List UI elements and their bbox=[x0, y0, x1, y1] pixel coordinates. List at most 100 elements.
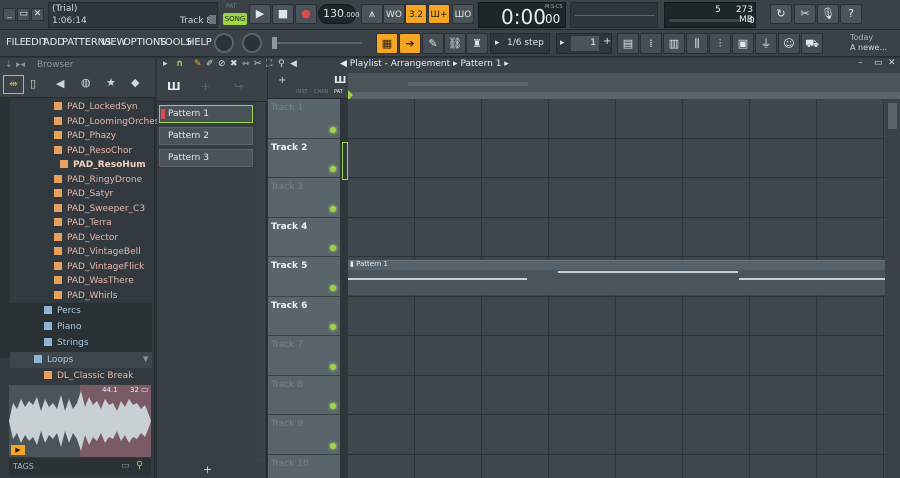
track-header-1[interactable]: Track 1 bbox=[268, 99, 340, 139]
track-lane-8[interactable] bbox=[348, 375, 885, 415]
link-button[interactable]: ⛓ bbox=[444, 33, 466, 54]
horizontal-scroll[interactable] bbox=[408, 82, 528, 86]
track-lane-7[interactable] bbox=[348, 336, 885, 376]
pat-song-switch[interactable]: PAT SONG bbox=[223, 3, 247, 27]
draw-button[interactable]: ✎ bbox=[422, 33, 444, 54]
track-header-8[interactable]: Track 8 bbox=[268, 375, 340, 415]
add-track-icon[interactable]: + bbox=[278, 75, 286, 86]
all-files-icon[interactable]: ⇹ bbox=[3, 75, 24, 94]
pattern-item-2[interactable]: Pattern 2 bbox=[159, 127, 253, 145]
track-header-6[interactable]: Track 6 bbox=[268, 296, 340, 336]
track-lane-3[interactable] bbox=[348, 178, 885, 218]
zoom-icon[interactable]: ⚲ bbox=[278, 59, 285, 69]
track-lane-2[interactable] bbox=[348, 138, 885, 178]
playlist-vscroll-thumb[interactable] bbox=[888, 103, 897, 129]
arrow-button[interactable]: ➔ bbox=[399, 33, 421, 54]
playlist-vscroll[interactable] bbox=[885, 99, 900, 478]
play-button[interactable]: ▶ bbox=[249, 4, 271, 24]
news-text[interactable]: A newe... bbox=[850, 43, 887, 52]
star-icon[interactable]: ★ bbox=[106, 76, 116, 89]
sample-menu-icon[interactable]: ▭ bbox=[141, 385, 149, 394]
pattern-clip[interactable]: ▮ Pattern 1 bbox=[348, 260, 885, 295]
track-lane-4[interactable] bbox=[348, 217, 885, 257]
arrows-icon[interactable]: ▸◂ bbox=[16, 60, 25, 70]
cut-button[interactable]: ✂ bbox=[794, 4, 816, 24]
menu-file[interactable]: FILE bbox=[6, 37, 26, 48]
patterns-tab-icon[interactable]: Ш bbox=[167, 80, 181, 93]
restore-button[interactable]: ▭ bbox=[17, 8, 30, 21]
master-slider-handle[interactable] bbox=[272, 37, 277, 49]
step-edit-button[interactable]: Ш+ bbox=[428, 4, 450, 24]
playback-icon[interactable]: ◀ bbox=[290, 59, 297, 69]
playlist-maximize-button[interactable]: ▭ bbox=[874, 58, 883, 68]
collapse-icon[interactable]: ▼ bbox=[143, 355, 148, 363]
plugin-globe-icon[interactable]: ◍ bbox=[81, 76, 91, 89]
playlist-button[interactable]: ▤ bbox=[617, 33, 639, 54]
search-icon[interactable]: ⚲ bbox=[136, 460, 143, 471]
snap-selector[interactable]: ▸ 1/6 step bbox=[490, 33, 550, 54]
channel-rack-button[interactable]: ⫼ bbox=[686, 33, 708, 54]
sample-preview[interactable]: 44.1 32 ▭ ▶ bbox=[9, 385, 151, 457]
tab-inst[interactable]: INST bbox=[296, 89, 307, 95]
picker-add-icon[interactable]: + bbox=[201, 80, 210, 93]
track-header-9[interactable]: Track 9 bbox=[268, 415, 340, 455]
tab-pat[interactable]: PAT bbox=[334, 89, 343, 95]
tempo-display[interactable]: 130.000 bbox=[318, 4, 360, 24]
pencil-icon[interactable]: ✎ bbox=[194, 59, 202, 69]
track-lane-1[interactable] bbox=[348, 99, 885, 139]
master-volume-knob[interactable] bbox=[214, 33, 234, 53]
help-button[interactable]: ? bbox=[840, 4, 862, 24]
track-header-5[interactable]: Track 5 bbox=[268, 257, 340, 297]
close-button[interactable]: ✕ bbox=[31, 8, 44, 21]
picker-arrow-icon[interactable]: ▸ bbox=[163, 59, 168, 69]
track-led[interactable] bbox=[330, 205, 336, 212]
pattern-prev-icon[interactable]: ▸ bbox=[560, 38, 565, 48]
mic-button[interactable]: 🎙 bbox=[817, 4, 839, 24]
picker-redo-icon[interactable]: ↪ bbox=[234, 80, 243, 93]
pattern-item-3[interactable]: Pattern 3 bbox=[159, 149, 253, 167]
mute-icon[interactable]: ✖ bbox=[230, 59, 238, 69]
track-header-3[interactable]: Track 3 bbox=[268, 178, 340, 218]
slip-icon[interactable]: ⇿ bbox=[242, 59, 250, 69]
track-lane-10[interactable] bbox=[348, 454, 885, 478]
stamp-button[interactable]: ♜ bbox=[466, 33, 488, 54]
track-led[interactable] bbox=[330, 245, 336, 251]
piano-roll-button[interactable]: ▥ bbox=[663, 33, 685, 54]
track-led[interactable] bbox=[330, 363, 336, 370]
tutorial-button[interactable]: ☺ bbox=[778, 33, 800, 54]
track-led[interactable] bbox=[330, 442, 336, 449]
pattern-item-1[interactable]: Pattern 1 bbox=[159, 105, 253, 123]
track-led[interactable] bbox=[330, 166, 336, 172]
track-header-2[interactable]: Track 2 bbox=[268, 138, 340, 178]
pattern-selector[interactable]: ▸ 1 + bbox=[556, 33, 612, 54]
track-led[interactable] bbox=[330, 126, 336, 133]
pattern-mode-button[interactable]: ▦ bbox=[376, 33, 398, 54]
preview-play-icon[interactable]: ▶ bbox=[11, 445, 25, 455]
folder-small-icon[interactable]: ▭ bbox=[121, 461, 130, 471]
loop-record-button[interactable]: ШO bbox=[452, 4, 474, 24]
delete-icon[interactable]: ⊘ bbox=[218, 59, 226, 69]
playlist-minimize-button[interactable]: – bbox=[858, 58, 863, 68]
speaker-icon[interactable]: ◀ bbox=[56, 77, 64, 90]
menu-help[interactable]: HELP bbox=[187, 37, 212, 48]
track-header-4[interactable]: Track 4 bbox=[268, 217, 340, 257]
select-icon[interactable]: ⛶ bbox=[266, 59, 272, 69]
plugin-button[interactable]: ⏚ bbox=[755, 33, 777, 54]
master-slider-track[interactable] bbox=[272, 37, 362, 49]
record-button[interactable]: ● bbox=[295, 4, 317, 24]
picker-scrollbar[interactable] bbox=[256, 102, 265, 462]
track-header-7[interactable]: Track 7 bbox=[268, 336, 340, 376]
pattern-add-icon[interactable]: + bbox=[603, 36, 611, 47]
track-led[interactable] bbox=[330, 324, 336, 330]
tab-chan[interactable]: CHAN bbox=[314, 89, 328, 95]
browser-button[interactable]: ▣ bbox=[732, 33, 754, 54]
wait-input-button[interactable]: WO bbox=[383, 4, 405, 24]
picker-bottom-add-icon[interactable]: + bbox=[203, 463, 212, 476]
playlist-close-button[interactable]: ✕ bbox=[888, 58, 896, 68]
stop-button[interactable]: ■ bbox=[272, 4, 294, 24]
slice-icon[interactable]: ✂ bbox=[254, 59, 262, 69]
document-icon[interactable]: ▯ bbox=[30, 77, 36, 90]
song-mode-button[interactable]: SONG bbox=[223, 13, 247, 25]
shop-button[interactable]: ⛟ bbox=[801, 33, 823, 54]
minimize-button[interactable]: _ bbox=[3, 8, 16, 21]
